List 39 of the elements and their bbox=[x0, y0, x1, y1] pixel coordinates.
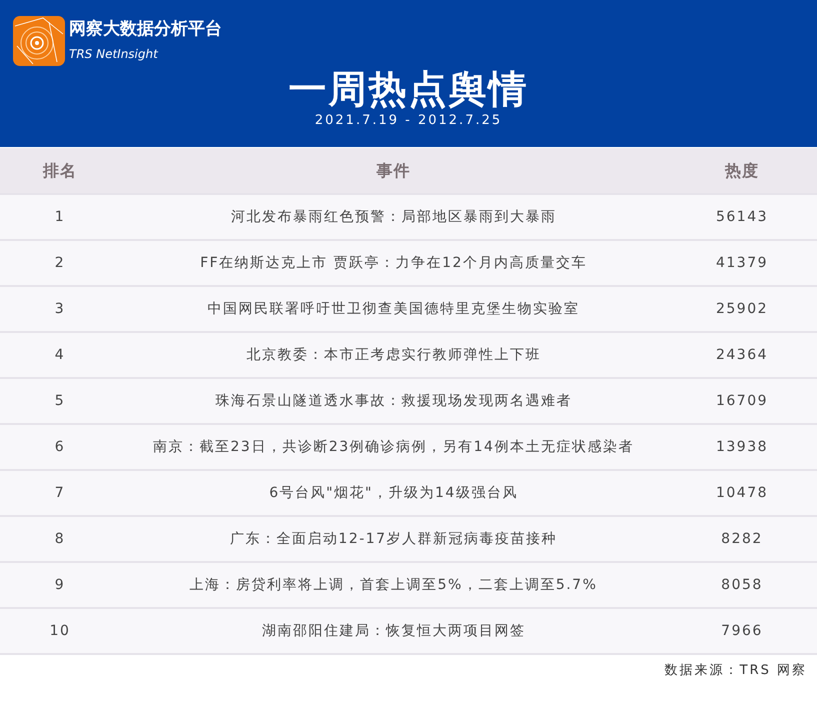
table-cell-text: 上海：房贷利率将上调，首套上调至5%，二套上调至5.7% bbox=[190, 576, 598, 595]
table-cell-text: 4 bbox=[54, 346, 66, 365]
table-cell-text: 1 bbox=[54, 208, 66, 227]
table-cell-text: 9 bbox=[54, 576, 66, 595]
table-cell-text: 8058 bbox=[721, 576, 763, 595]
table-cell-text: 56143 bbox=[716, 208, 768, 227]
table-cell-text: 16709 bbox=[716, 392, 768, 411]
brand-subtitle: TRS NetInsight bbox=[69, 46, 160, 63]
table-cell-text: 24364 bbox=[716, 346, 768, 365]
table-cell-text: 北京教委：本市正考虑实行教师弹性上下班 bbox=[246, 346, 541, 365]
table-cell-text: 13938 bbox=[716, 438, 768, 457]
table-cell-text: 5 bbox=[54, 392, 66, 411]
page-title: 一周热点舆情 bbox=[288, 66, 528, 112]
data-source: 数据来源：TRS 网察 bbox=[664, 662, 807, 680]
table-cell-text: 8 bbox=[54, 530, 66, 549]
column-header: 热度 bbox=[725, 160, 759, 182]
table-cell-text: 3 bbox=[54, 300, 66, 319]
table-cell-text: 湖南邵阳住建局：恢复恒大两项目网签 bbox=[262, 622, 526, 641]
logo-icon bbox=[13, 16, 65, 66]
table-cell-text: 25902 bbox=[716, 300, 768, 319]
table-cell-text: 7 bbox=[54, 484, 66, 503]
table-cell-text: 41379 bbox=[716, 254, 768, 273]
column-header: 排名 bbox=[43, 160, 77, 182]
column-header: 事件 bbox=[376, 160, 410, 182]
table-cell-text: FF在纳斯达克上市 贾跃亭：力争在12个月内高质量交车 bbox=[200, 254, 587, 273]
table-cell-text: 7966 bbox=[721, 622, 763, 641]
table-cell-text: 10478 bbox=[716, 484, 768, 503]
table-cell-text: 6号台风"烟花"，升级为14级强台风 bbox=[269, 484, 518, 503]
table-cell-text: 广东：全面启动12-17岁人群新冠病毒疫苗接种 bbox=[230, 530, 558, 549]
brand-name: 网察大数据分析平台 bbox=[69, 18, 222, 41]
table-cell-text: 6 bbox=[54, 438, 66, 457]
table-cell-text: 2 bbox=[54, 254, 66, 273]
date-range: 2021.7.19 - 2012.7.25 bbox=[314, 112, 502, 130]
table-cell-text: 河北发布暴雨红色预警：局部地区暴雨到大暴雨 bbox=[230, 208, 556, 227]
table-cell-text: 南京：截至23日，共诊断23例确诊病例，另有14例本土无症状感染者 bbox=[153, 438, 634, 457]
table-cell-text: 10 bbox=[50, 622, 70, 641]
table-cell-text: 珠海石景山隧道透水事故：救援现场发现两名遇难者 bbox=[215, 392, 572, 411]
table-cell-text: 中国网民联署呼吁世卫彻查美国德特里克堡生物实验室 bbox=[208, 300, 580, 319]
table-cell-text: 8282 bbox=[721, 530, 763, 549]
